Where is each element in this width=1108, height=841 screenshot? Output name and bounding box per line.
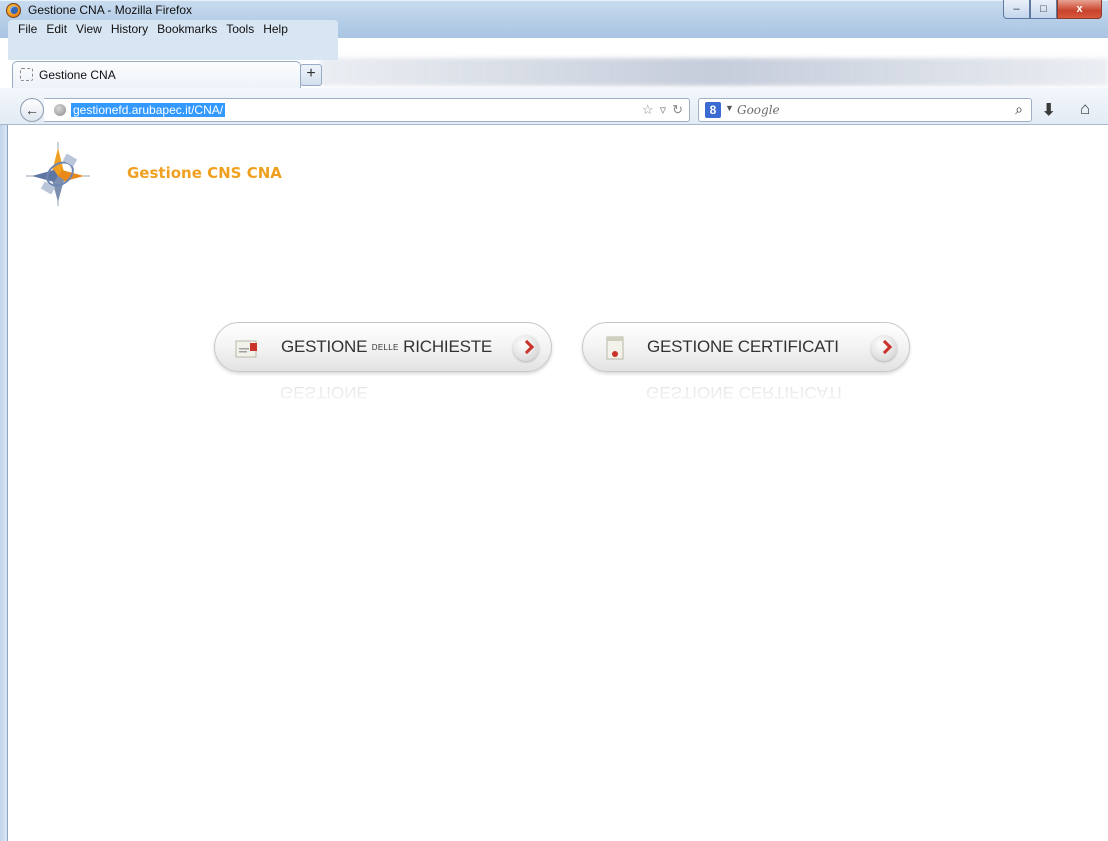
home-icon[interactable]: ⌂ xyxy=(1080,99,1090,119)
site-identity-icon[interactable] xyxy=(54,104,66,116)
search-engine-icon[interactable]: 8 xyxy=(705,102,721,118)
button-reflection: GESTIONE CERTIFICATI xyxy=(582,376,910,410)
label-small: DELLE xyxy=(371,343,399,352)
menu-file[interactable]: File xyxy=(18,22,37,36)
downloads-icon[interactable]: ⬇ xyxy=(1042,100,1055,120)
url-bar[interactable]: gestionefd.arubapec.it/CNA/ ☆ ▿ ↻ xyxy=(44,98,690,122)
minimize-button[interactable]: – xyxy=(1003,0,1030,19)
document-icon xyxy=(235,340,257,358)
button-reflection: GESTIONE xyxy=(214,376,552,410)
url-text[interactable]: gestionefd.arubapec.it/CNA/ xyxy=(71,103,226,117)
menu-bar: File Edit View History Bookmarks Tools H… xyxy=(8,20,338,60)
close-button[interactable]: x xyxy=(1057,0,1102,19)
firefox-logo-icon[interactable] xyxy=(6,3,21,18)
tab-label: Gestione CNA xyxy=(39,68,116,82)
compass-logo-icon xyxy=(26,142,90,206)
menu-history[interactable]: History xyxy=(111,22,148,36)
gestione-certificati-label: GESTIONE CERTIFICATI xyxy=(647,337,839,356)
reflection-text: GESTIONE xyxy=(280,383,368,402)
menu-view[interactable]: View xyxy=(76,22,102,36)
page-favicon-icon xyxy=(20,68,33,81)
chevron-right-icon xyxy=(513,335,539,361)
gestione-richieste-label: GESTIONE DELLE RICHIESTE xyxy=(281,337,492,357)
label-part2: RICHIESTE xyxy=(398,337,493,356)
certificate-icon xyxy=(606,336,624,360)
bookmark-star-icon[interactable]: ☆ xyxy=(642,102,654,118)
menu-tools[interactable]: Tools xyxy=(226,22,254,36)
window-controls: – □ x xyxy=(1003,0,1102,20)
window-left-border xyxy=(0,125,8,841)
page-title: Gestione CNS CNA xyxy=(127,164,282,182)
menu-help[interactable]: Help xyxy=(263,22,288,36)
search-engine-dropdown-icon[interactable]: ▼ xyxy=(725,103,734,113)
search-icon[interactable]: ⌕ xyxy=(1015,101,1023,118)
reload-icon[interactable]: ↻ xyxy=(672,102,683,118)
chevron-right-icon xyxy=(871,335,897,361)
gestione-certificati-button[interactable]: GESTIONE CERTIFICATI xyxy=(582,322,910,372)
gestione-richieste-button[interactable]: GESTIONE DELLE RICHIESTE xyxy=(214,322,552,372)
blurred-background-toolbar xyxy=(320,58,1108,86)
menu-edit[interactable]: Edit xyxy=(46,22,67,36)
search-placeholder: Google xyxy=(737,103,780,117)
window-title: Gestione CNA - Mozilla Firefox xyxy=(28,3,193,17)
back-button[interactable]: ← xyxy=(20,98,44,122)
navigation-bar: ← gestionefd.arubapec.it/CNA/ ☆ ▿ ↻ 8 ▼ … xyxy=(0,88,1108,125)
reflection-text: GESTIONE CERTIFICATI xyxy=(646,383,842,402)
back-arrow-icon: ← xyxy=(25,102,39,118)
url-dropdown-icon[interactable]: ▿ xyxy=(660,102,667,118)
menu-bookmarks[interactable]: Bookmarks xyxy=(157,22,217,36)
label-part1: GESTIONE xyxy=(281,337,372,356)
new-tab-button[interactable]: + xyxy=(300,64,322,86)
tab-gestione-cna[interactable]: Gestione CNA xyxy=(12,61,301,88)
maximize-button[interactable]: □ xyxy=(1030,0,1057,19)
search-bar[interactable]: 8 ▼ Google ⌕ xyxy=(698,98,1032,122)
